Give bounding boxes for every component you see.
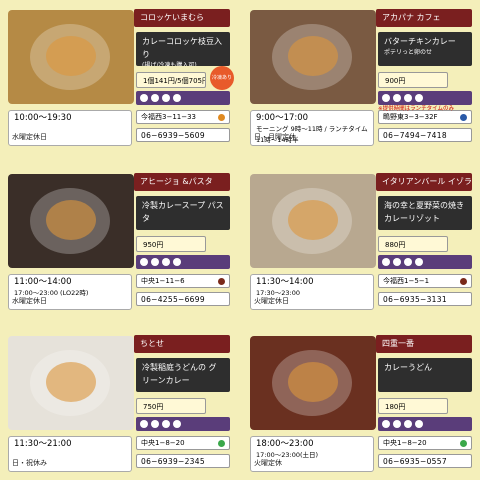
delivery-icon (162, 94, 170, 102)
map-pin-icon (218, 278, 225, 285)
price: 750円 (136, 398, 206, 414)
shop-name: アカパナ カフェ (376, 9, 472, 27)
menu-name: 冷製カレースープ パスタ (136, 196, 230, 230)
food-photo (8, 336, 134, 430)
closed-days: 日・祝休み (12, 459, 47, 467)
shop-name: コロッケいまむら (134, 9, 230, 27)
phone-number[interactable]: 06−6939−2345 (136, 454, 230, 468)
food-photo (8, 174, 134, 268)
shop-name: アヒージョ &パスタ (134, 173, 230, 191)
address: 中央1−8−20 (136, 436, 230, 450)
price: 180円 (378, 398, 448, 414)
closed-days: 日・月曜定休 (254, 133, 296, 141)
address: 今福西1−5−1 (378, 274, 472, 288)
phone-number[interactable]: 06−6939−5609 (136, 128, 230, 142)
eat-in-icon (393, 258, 401, 266)
shop-card: アカパナ カフェ バターチキンカレー ポテリっと卵のせ 900円 9:00〜17… (244, 4, 476, 152)
eat-in-icon (151, 94, 159, 102)
map-pin-icon (460, 114, 467, 121)
closed-days: 火曜定休 (254, 459, 282, 467)
price: 1個141円/5個705円 (136, 72, 206, 88)
closed-days: 火曜定休日 (254, 297, 289, 305)
shop-card: 四重一番 カレーうどん 180円 18:00〜23:00 17:00〜23:00… (244, 330, 476, 478)
map-pin-icon (218, 440, 225, 447)
shop-card: コロッケいまむら カレーコロッケ枝豆入り (揚げ/冷凍も購入可) 1個141円/… (2, 4, 234, 152)
delivery-icon (404, 420, 412, 428)
price: 950円 (136, 236, 206, 252)
phone-number[interactable]: 06−7494−7418 (378, 128, 472, 142)
closed-days: 水曜定休日 (12, 297, 47, 305)
price: 900円 (378, 72, 448, 88)
address: 中央1−8−20 (378, 436, 472, 450)
note-text: ※提供時間はランチタイムのみ (378, 106, 454, 112)
shop-name: イタリアンバール イゾラ (376, 173, 472, 191)
phone-number[interactable]: 06−6935−3131 (378, 292, 472, 306)
takeout-icon (382, 94, 390, 102)
map-pin-icon (460, 440, 467, 447)
takeout-icon (140, 94, 148, 102)
menu-page: コロッケいまむら カレーコロッケ枝豆入り (揚げ/冷凍も購入可) 1個141円/… (0, 0, 480, 480)
menu-name: カレーコロッケ枝豆入り (揚げ/冷凍も購入可) (136, 32, 230, 66)
shop-name: 四重一番 (376, 335, 472, 353)
service-icons (136, 255, 230, 269)
shop-card: アヒージョ &パスタ 冷製カレースープ パスタ 950円 11:00〜14:00… (2, 168, 234, 316)
eat-in-icon (393, 420, 401, 428)
delivery-icon (404, 94, 412, 102)
takeout-icon (140, 258, 148, 266)
delivery-icon (404, 258, 412, 266)
food-photo (250, 174, 376, 268)
address: 中央1−11−6 (136, 274, 230, 288)
address: 鴫野東3−3−32F (378, 110, 472, 124)
shop-name: ちとせ (134, 335, 230, 353)
menu-name: 海の幸と夏野菜の焼きカレーリゾット (378, 196, 472, 230)
eat-in-icon (151, 258, 159, 266)
price: 880円 (378, 236, 448, 252)
map-pin-icon (460, 278, 467, 285)
card-icon (415, 258, 423, 266)
takeout-icon (140, 420, 148, 428)
card-icon (173, 94, 181, 102)
phone-number[interactable]: 06−4255−6699 (136, 292, 230, 306)
closed-days: 水曜定休日 (12, 133, 47, 141)
card-icon (415, 420, 423, 428)
food-photo (250, 10, 376, 104)
service-icons (378, 255, 472, 269)
address: 今福西3−11−33 (136, 110, 230, 124)
service-icons (378, 91, 472, 105)
card-icon (173, 420, 181, 428)
delivery-icon (162, 258, 170, 266)
menu-name: 冷製稲庭うどんの グリーンカレー (136, 358, 230, 392)
menu-name: バターチキンカレー ポテリっと卵のせ (378, 32, 472, 66)
eat-in-icon (393, 94, 401, 102)
food-photo (250, 336, 376, 430)
card-icon (173, 258, 181, 266)
food-photo (8, 10, 134, 104)
service-icons (378, 417, 472, 431)
service-icons (136, 91, 230, 105)
takeout-icon (382, 420, 390, 428)
shop-card: イタリアンバール イゾラ 海の幸と夏野菜の焼きカレーリゾット 880円 11:3… (244, 168, 476, 316)
menu-name: カレーうどん (378, 358, 472, 392)
phone-number[interactable]: 06−6935−0557 (378, 454, 472, 468)
service-icons (136, 417, 230, 431)
map-pin-icon (218, 114, 225, 121)
shop-card: ちとせ 冷製稲庭うどんの グリーンカレー 750円 11:30〜21:00 日・… (2, 330, 234, 478)
frozen-tag: 冷凍あり (210, 66, 234, 90)
eat-in-icon (151, 420, 159, 428)
delivery-icon (162, 420, 170, 428)
card-icon (415, 94, 423, 102)
takeout-icon (382, 258, 390, 266)
